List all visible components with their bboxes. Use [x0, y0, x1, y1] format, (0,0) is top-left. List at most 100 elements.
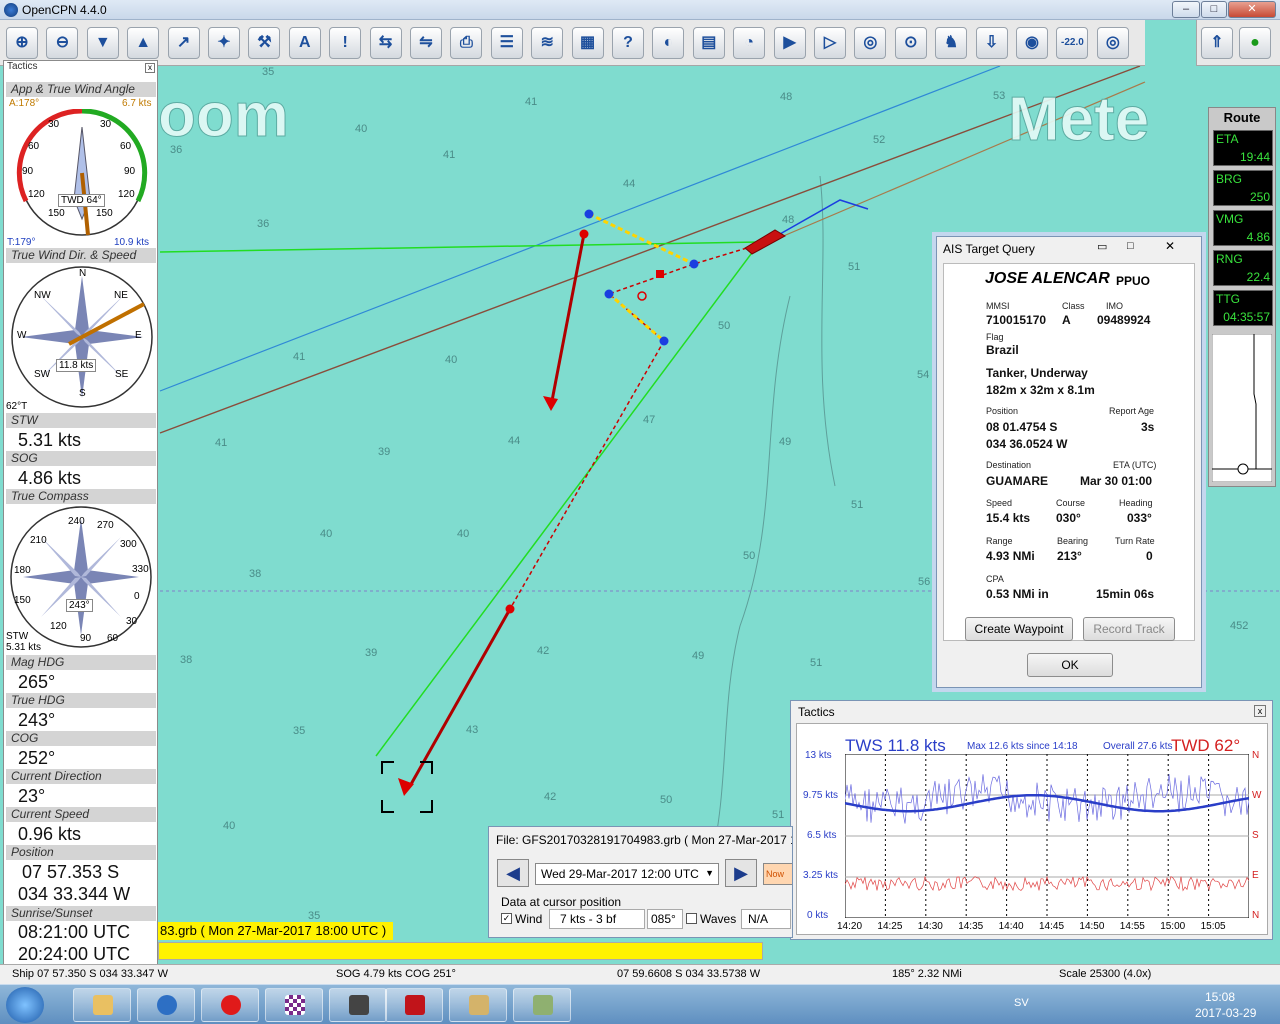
eta-value: Mar 30 01:00 — [1080, 474, 1153, 488]
taskbar-explorer[interactable] — [73, 988, 131, 1022]
prev-time-button[interactable]: ◀ — [497, 859, 529, 887]
rose-ne: NE — [114, 290, 128, 301]
scale-down-icon[interactable]: ▼ — [86, 27, 119, 59]
twd-readout: TWD 64° — [58, 194, 105, 207]
depth-sounding: 54 — [917, 369, 930, 381]
route-icon[interactable]: ↗ — [167, 27, 200, 59]
print-icon[interactable]: ⎙ — [450, 27, 483, 59]
depth-sounding: 38 — [249, 568, 262, 580]
time-tick-label: 15:00 — [1160, 921, 1186, 932]
cog-title: COG — [6, 731, 156, 746]
next-time-button[interactable]: ▶ — [725, 859, 757, 887]
depth-sounding: 36 — [257, 218, 270, 230]
zoom-out-icon[interactable]: ⊖ — [46, 27, 79, 59]
track-icon[interactable]: ⇆ — [369, 27, 402, 59]
route-eta: ETA 19:44 — [1213, 130, 1273, 166]
ship-dims: 182m x 32m x 8.1m — [986, 383, 1095, 397]
help-icon[interactable]: ? — [612, 27, 644, 59]
imo-label: IMO — [1106, 301, 1123, 311]
route-manager-icon[interactable]: ⇋ — [410, 27, 442, 59]
ais-minimize-icon[interactable]: ▭ — [1097, 240, 1107, 253]
language-indicator[interactable]: SV — [1014, 997, 1029, 1009]
depth-sounding: 44 — [623, 178, 636, 190]
mob-icon[interactable]: ! — [329, 27, 362, 59]
y-label-13: 13 kts — [805, 750, 832, 761]
start-button[interactable] — [6, 987, 44, 1023]
nav-icon[interactable]: ▷ — [814, 27, 846, 59]
clock-time[interactable]: 15:08 — [1205, 990, 1235, 1004]
record-track-button[interactable]: Record Track — [1083, 617, 1175, 641]
depth-sounding: 42 — [544, 791, 557, 803]
time-tick-label: 14:20 — [837, 921, 863, 932]
dashboard-icon[interactable]: ◔ — [733, 27, 766, 59]
time-tick-label: 14:30 — [917, 921, 943, 932]
wind-history-plot — [845, 754, 1249, 918]
depth-sounding: 47 — [643, 414, 656, 426]
close-button[interactable]: ✕ — [1228, 1, 1276, 18]
taskbar-opencpn[interactable] — [449, 988, 507, 1022]
tools-icon[interactable]: ⚒ — [248, 27, 281, 59]
waves-checkbox[interactable] — [686, 913, 697, 924]
wind-checkbox[interactable]: ✓ — [501, 913, 512, 924]
logbook-icon[interactable]: ⊙ — [894, 27, 927, 59]
taskbar-editor[interactable] — [329, 988, 387, 1022]
chart-quilt-icon[interactable]: ▦ — [571, 27, 604, 59]
dog-icon[interactable]: ♞ — [935, 27, 968, 59]
depth-sounding: 39 — [378, 446, 391, 458]
time-tick-label: 14:25 — [877, 921, 903, 932]
dir-label-w: W — [1252, 790, 1262, 801]
minimize-button[interactable]: – — [1172, 1, 1200, 18]
depth-sounding: 51 — [772, 809, 785, 821]
grib-dialog: File: GFS20170328191704983.grb ( Mon 27-… — [488, 826, 793, 938]
turn-rate-label: Turn Rate — [1115, 536, 1155, 546]
mag-hdg-title: Mag HDG — [6, 655, 156, 670]
dashboard-close-icon[interactable]: x — [145, 63, 155, 73]
north-up-icon[interactable]: ⇑ — [1201, 27, 1233, 59]
tws-max-stat: Max 12.6 kts since 14:18 — [967, 741, 1078, 752]
compass-readout-icon[interactable]: -22.0 — [1056, 27, 1089, 59]
zoom-in-icon[interactable]: ⊕ — [6, 27, 38, 59]
tide-icon[interactable]: ≋ — [531, 27, 564, 59]
maximize-button[interactable]: □ — [1201, 1, 1227, 18]
tactics-dashboard: Tactics x App & True Wind Angle A:178° 6… — [3, 60, 158, 968]
lifebuoy-icon[interactable]: ◎ — [1096, 27, 1129, 59]
add-waypoint-icon[interactable]: A — [288, 27, 321, 59]
taskbar-thunderbird[interactable] — [137, 988, 195, 1022]
ais-ship-name: JOSE ALENCAR — [985, 270, 1110, 287]
status-icon[interactable]: ● — [1239, 27, 1271, 59]
scale-up-icon[interactable]: ▲ — [127, 27, 160, 59]
now-button[interactable]: Now — [763, 863, 792, 885]
grib-icon[interactable]: ▤ — [692, 27, 725, 59]
depth-sounding: 42 — [537, 645, 550, 657]
radar-icon[interactable]: ◎ — [854, 27, 887, 59]
taskbar-calculator[interactable] — [513, 988, 571, 1022]
ais-maximize-icon[interactable]: □ — [1127, 240, 1134, 252]
compass-tick-120: 120 — [50, 621, 67, 632]
depth-sounding: 44 — [508, 435, 521, 447]
graph-close-icon[interactable]: x — [1254, 705, 1266, 717]
compass-tick-270: 270 — [97, 520, 114, 531]
waves-label: Waves — [700, 912, 737, 926]
rose-n: N — [79, 268, 87, 279]
depth-sounding: 56 — [918, 576, 931, 588]
clock-date[interactable]: 2017-03-29 — [1195, 1006, 1256, 1020]
taskbar-opera[interactable] — [201, 988, 259, 1022]
ship-icon[interactable]: ✦ — [208, 27, 240, 59]
taskbar-pdf[interactable] — [385, 988, 443, 1022]
create-waypoint-button[interactable]: Create Waypoint — [965, 617, 1073, 641]
settings-icon[interactable]: ☰ — [490, 27, 523, 59]
y-label-6: 6.5 kts — [807, 830, 837, 841]
ok-button[interactable]: OK — [1027, 653, 1113, 677]
rose-e: E — [135, 330, 142, 341]
download-icon[interactable]: ⇩ — [975, 27, 1008, 59]
target-lon: 034 36.0524 W — [986, 437, 1068, 451]
globe-icon[interactable]: ◉ — [1016, 27, 1048, 59]
play-icon[interactable]: ▶ — [773, 27, 806, 59]
depth-sounding: 38 — [180, 654, 193, 666]
ais-close-icon[interactable]: ✕ — [1165, 239, 1175, 253]
eta-label: ETA (UTC) — [1113, 460, 1157, 470]
flag-value: Brazil — [986, 343, 1019, 357]
taskbar-chess[interactable] — [265, 988, 323, 1022]
weather-icon[interactable]: ◐ — [652, 27, 685, 59]
grib-time-select[interactable]: Wed 29-Mar-2017 12:00 UTC ▼ — [535, 863, 719, 885]
